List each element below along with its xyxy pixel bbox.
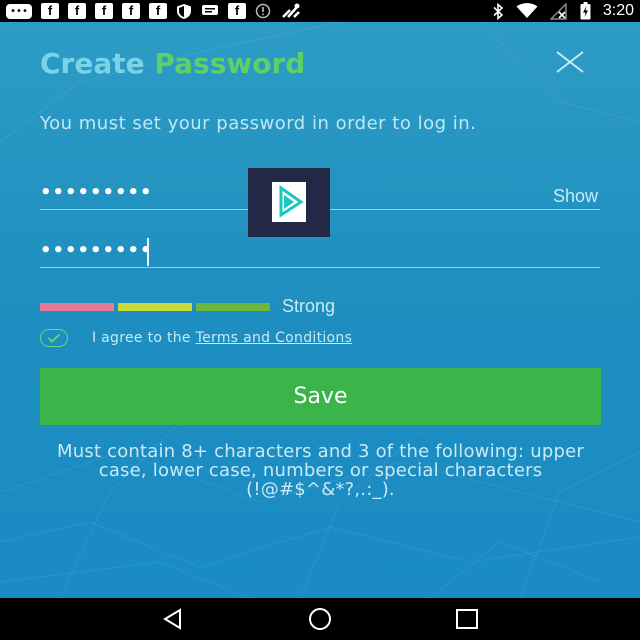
status-bar: ••• f f f f f f 3:20: [0, 0, 640, 22]
text-cursor: [147, 238, 149, 266]
create-password-screen: Create Password You must set your passwo…: [0, 22, 640, 598]
facebook-icon: f: [68, 3, 86, 19]
alert-icon: [255, 3, 271, 19]
clock: 3:20: [602, 2, 634, 19]
facebook-icon: f: [149, 3, 167, 19]
title-create: Create: [40, 47, 145, 80]
recents-button[interactable]: [447, 604, 487, 634]
close-icon: [556, 51, 584, 73]
checkmark-icon: [47, 333, 61, 343]
agree-checkbox[interactable]: [40, 329, 68, 347]
agree-prefix: I agree to the: [92, 330, 191, 346]
facebook-icon: f: [95, 3, 113, 19]
home-button[interactable]: [300, 604, 340, 634]
back-icon: [163, 608, 182, 630]
shield-icon: [176, 3, 192, 20]
strength-segment: [196, 302, 270, 311]
back-button[interactable]: [153, 604, 193, 634]
navigation-bar: [0, 598, 640, 640]
page-title: Create Password: [40, 47, 305, 80]
play-logo-icon: [272, 182, 306, 222]
terms-agreement: I agree to the Terms and Conditions: [40, 329, 352, 347]
recents-icon: [455, 609, 478, 629]
app-logo-overlay: [248, 168, 330, 237]
notification-icons: ••• f f f f f f: [6, 2, 302, 20]
facebook-icon: f: [228, 3, 246, 19]
home-icon: [308, 608, 331, 630]
instruction-text: You must set your password in order to l…: [40, 113, 477, 134]
title-password: Password: [154, 47, 306, 80]
sms-icon: [201, 4, 219, 18]
facebook-icon: f: [122, 3, 140, 19]
confirm-password-field[interactable]: •••••••••: [40, 238, 600, 268]
show-password-button[interactable]: Show: [553, 186, 598, 207]
terms-link[interactable]: Terms and Conditions: [196, 330, 353, 346]
confirm-password-input[interactable]: •••••••••: [40, 240, 153, 261]
strength-label: Strong: [282, 296, 336, 316]
password-requirements: Must contain 8+ characters and 3 of the …: [57, 441, 584, 500]
save-button[interactable]: Save: [40, 368, 601, 425]
agree-text: I agree to the Terms and Conditions: [92, 330, 352, 346]
close-button[interactable]: [552, 48, 588, 76]
wifi-icon: [516, 3, 538, 19]
vpn-icon: [280, 2, 302, 20]
system-icons: 3:20: [492, 2, 634, 20]
bluetooth-icon: [492, 2, 504, 20]
strength-segment: [40, 302, 114, 311]
strength-segment: [118, 302, 192, 311]
password-strength-meter: Strong: [40, 296, 335, 317]
facebook-icon: f: [41, 3, 59, 19]
message-icon: •••: [6, 3, 32, 19]
battery-icon: [580, 2, 591, 20]
password-input[interactable]: •••••••••: [40, 182, 153, 203]
no-signal-icon: [549, 2, 568, 20]
